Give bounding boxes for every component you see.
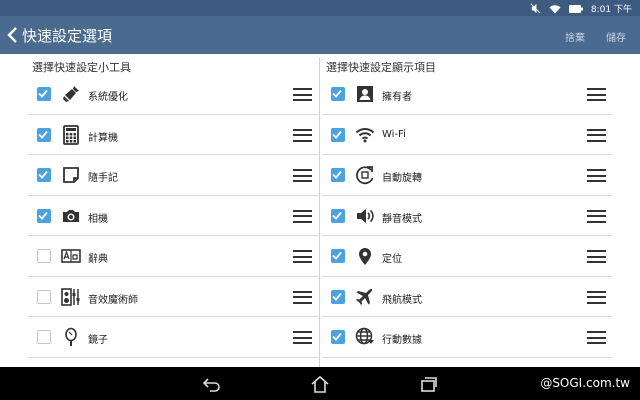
- note-icon: [61, 165, 81, 185]
- item-label: 相機: [88, 213, 108, 225]
- item-label: 行動數據: [382, 335, 422, 346]
- drag-handle-icon[interactable]: [587, 128, 606, 142]
- checkbox[interactable]: [331, 249, 345, 263]
- item-label: 音效魔術師: [88, 294, 138, 306]
- list-item-airplane-mode[interactable]: 飛航模式: [322, 277, 612, 317]
- item-label: 鏡子: [88, 335, 108, 346]
- checkbox[interactable]: [37, 289, 51, 304]
- page-title: 快速設定選項: [22, 27, 113, 45]
- list-item-calculator[interactable]: 計算機: [28, 115, 318, 155]
- item-label: 辭典: [88, 254, 108, 265]
- camera-icon: [61, 206, 81, 226]
- item-label: Wi-Fi: [382, 128, 406, 140]
- watermark: @SOGI.com.tw: [540, 376, 630, 390]
- drag-handle-icon[interactable]: [293, 88, 312, 101]
- volume-icon: [355, 206, 375, 226]
- status-bar: 8:01 下午: [0, 0, 640, 16]
- broom-icon: [61, 84, 81, 104]
- drag-handle-icon[interactable]: [587, 331, 606, 344]
- auto-rotate-icon: [355, 165, 375, 185]
- item-label: 系統優化: [88, 92, 128, 103]
- discard-button[interactable]: 捨棄: [565, 29, 585, 44]
- list-item-audio-wizard[interactable]: 音效魔術師: [28, 277, 318, 317]
- checkbox[interactable]: [37, 249, 51, 263]
- calculator-icon: [61, 124, 81, 145]
- display-items-header: 選擇快速設定顯示項目: [326, 61, 436, 74]
- item-label: 擁有者: [382, 92, 412, 103]
- list-item-silent-mode[interactable]: 靜音模式: [322, 196, 612, 236]
- item-label: 計算機: [88, 132, 118, 144]
- globe-icon: [355, 327, 375, 347]
- checkbox[interactable]: [331, 127, 345, 142]
- list-item-mobile-data[interactable]: 行動數據: [322, 317, 612, 358]
- list-item-dictionary[interactable]: 辭典: [28, 236, 318, 277]
- list-item-auto-rotate[interactable]: 自動旋轉: [322, 155, 612, 196]
- list-item-camera[interactable]: 相機: [28, 196, 318, 236]
- drag-handle-icon[interactable]: [587, 209, 606, 223]
- nav-back-icon[interactable]: [202, 375, 222, 393]
- column-divider: [319, 58, 320, 367]
- item-label: 定位: [382, 254, 402, 265]
- location-icon: [355, 246, 375, 266]
- app-bar: 快速設定選項 捨棄 儲存: [0, 16, 640, 54]
- list-item-wifi[interactable]: Wi-Fi: [322, 115, 612, 155]
- airplane-icon: [355, 287, 375, 307]
- drag-handle-icon[interactable]: [293, 169, 312, 182]
- display-items-panel: 選擇快速設定顯示項目 擁有者 Wi-Fi 自動旋轉 靜音模式 定位 飛航模式 行…: [322, 54, 612, 358]
- battery-icon: [568, 4, 583, 13]
- dictionary-icon: [61, 246, 81, 266]
- list-item-system-optimize[interactable]: 系統優化: [28, 74, 318, 115]
- wifi-icon: [355, 125, 375, 145]
- clock: 8:01 下午: [590, 5, 632, 15]
- list-item-location[interactable]: 定位: [322, 236, 612, 277]
- checkbox[interactable]: [331, 289, 345, 304]
- save-button[interactable]: 儲存: [606, 29, 626, 44]
- checkbox[interactable]: [37, 168, 51, 182]
- item-label: 飛航模式: [382, 294, 422, 306]
- list-item-owner[interactable]: 擁有者: [322, 74, 612, 115]
- mute-icon: [530, 3, 541, 14]
- drag-handle-icon[interactable]: [293, 250, 312, 263]
- drag-handle-icon[interactable]: [587, 290, 606, 304]
- checkbox[interactable]: [37, 208, 51, 223]
- widgets-panel: 選擇快速設定小工具 系統優化 計算機 隨手記 相機 辭典 音效魔術師 鏡子: [28, 54, 318, 358]
- nav-home-icon[interactable]: [310, 375, 330, 393]
- drag-handle-icon[interactable]: [293, 290, 312, 304]
- list-item-notes[interactable]: 隨手記: [28, 155, 318, 196]
- mirror-icon: [61, 327, 81, 347]
- drag-handle-icon[interactable]: [293, 209, 312, 223]
- settings-content: 選擇快速設定小工具 系統優化 計算機 隨手記 相機 辭典 音效魔術師 鏡子 選擇…: [0, 54, 640, 367]
- widgets-header: 選擇快速設定小工具: [32, 61, 131, 74]
- list-item-mirror[interactable]: 鏡子: [28, 317, 318, 358]
- wifi-status-icon: [549, 4, 561, 14]
- checkbox[interactable]: [331, 87, 345, 101]
- checkbox[interactable]: [37, 87, 51, 101]
- item-label: 自動旋轉: [382, 173, 422, 184]
- drag-handle-icon[interactable]: [293, 128, 312, 142]
- item-label: 隨手記: [88, 173, 118, 184]
- back-arrow-icon[interactable]: [6, 26, 20, 44]
- drag-handle-icon[interactable]: [587, 169, 606, 182]
- checkbox[interactable]: [37, 127, 51, 142]
- checkbox[interactable]: [331, 208, 345, 223]
- drag-handle-icon[interactable]: [587, 88, 606, 101]
- equalizer-icon: [61, 287, 81, 307]
- navigation-bar: @SOGI.com.tw: [0, 367, 640, 400]
- item-label: 靜音模式: [382, 213, 422, 225]
- nav-recent-apps-icon[interactable]: [419, 375, 439, 393]
- owner-icon: [355, 84, 375, 104]
- checkbox[interactable]: [331, 330, 345, 344]
- drag-handle-icon[interactable]: [587, 250, 606, 263]
- checkbox[interactable]: [37, 330, 51, 344]
- checkbox[interactable]: [331, 168, 345, 182]
- drag-handle-icon[interactable]: [293, 331, 312, 344]
